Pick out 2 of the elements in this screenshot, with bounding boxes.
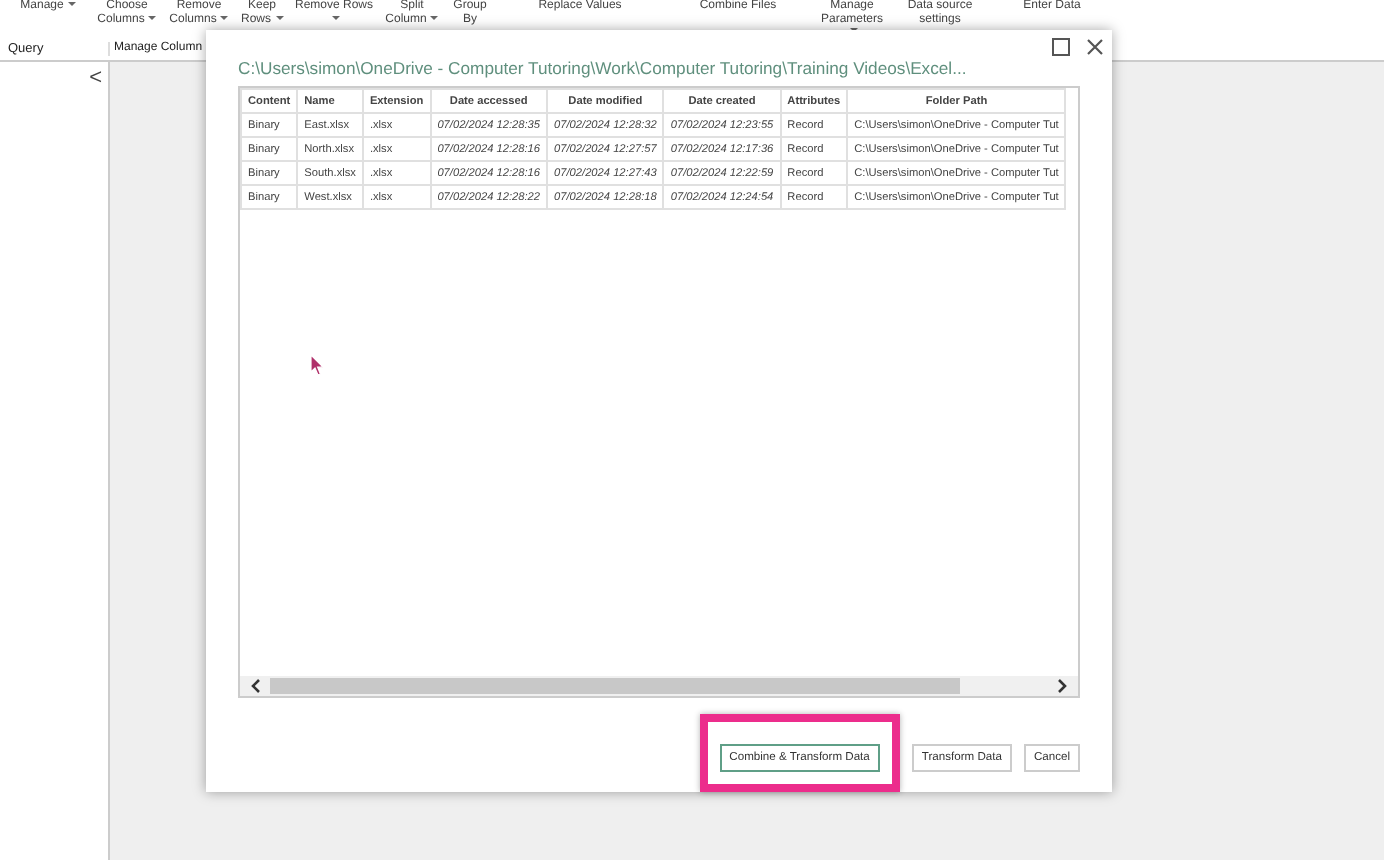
dialog-title: C:\Users\simon\OneDrive - Computer Tutoring\Work\Computer Tutoring\Training Videos\Excel... [238, 56, 967, 82]
collapse-button[interactable]: < [83, 62, 108, 94]
